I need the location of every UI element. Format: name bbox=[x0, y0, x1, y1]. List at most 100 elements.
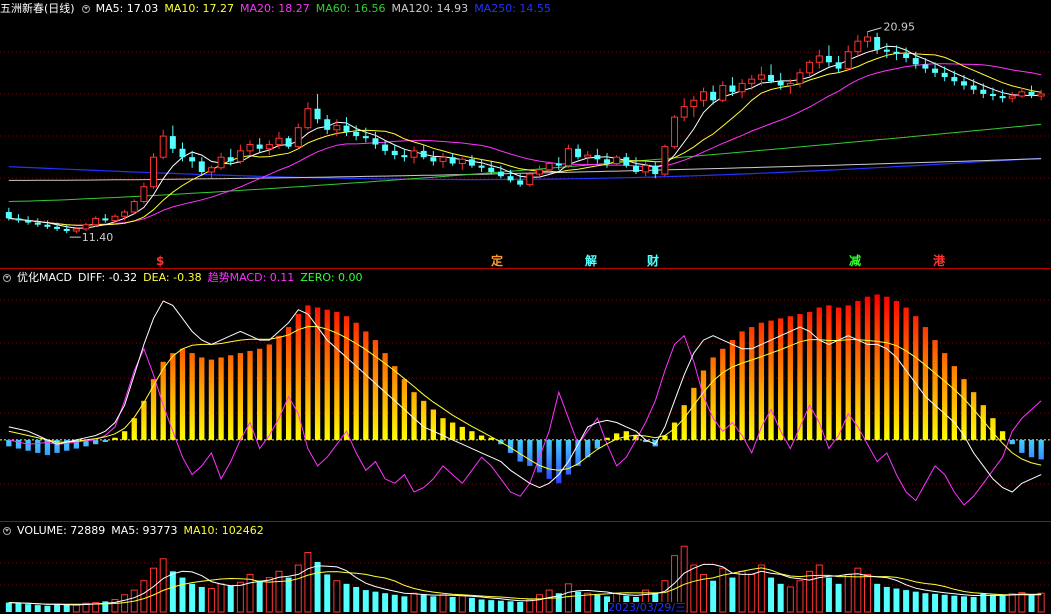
volume-bar-down bbox=[912, 591, 919, 612]
macd-bar-positive bbox=[700, 370, 707, 440]
macd-bar-negative bbox=[546, 439, 552, 479]
candle-body-down bbox=[54, 226, 61, 229]
candle-body-down bbox=[497, 171, 504, 177]
candle-body-up bbox=[699, 91, 707, 101]
candle-body-down bbox=[893, 51, 900, 54]
macd-bar-positive bbox=[826, 305, 832, 440]
candle-body-down bbox=[227, 157, 234, 162]
event-marker-unlock[interactable]: 解 bbox=[585, 254, 597, 268]
candle-body-down bbox=[980, 89, 987, 94]
volume-bar-down bbox=[420, 594, 427, 612]
volume-bar-down bbox=[54, 603, 61, 612]
candle-body-down bbox=[575, 148, 582, 158]
macd-bar-positive bbox=[449, 422, 456, 440]
volume-bar-up bbox=[1008, 593, 1016, 613]
macd-bar-positive bbox=[874, 294, 880, 440]
macd-bar-positive bbox=[623, 431, 629, 440]
candle-body-up bbox=[719, 84, 727, 101]
zero-readout: ZERO: 0.00 bbox=[300, 271, 363, 284]
volume-bar-down bbox=[468, 597, 475, 612]
volume-bar-down bbox=[324, 574, 331, 612]
panel-divider-macd-volume[interactable] bbox=[0, 521, 1051, 522]
event-marker-financial-report[interactable]: 财 bbox=[647, 254, 659, 268]
candle-body-down bbox=[632, 165, 639, 172]
candle-body-down bbox=[710, 91, 717, 101]
volume-bar-up bbox=[796, 580, 804, 613]
candle-body-up bbox=[564, 148, 572, 167]
macd-bar-positive bbox=[749, 327, 755, 440]
event-marker-placement[interactable]: 定 bbox=[491, 254, 503, 268]
macd-bar-positive bbox=[787, 316, 793, 440]
macd-bar-positive bbox=[951, 366, 957, 440]
volume-bar-up bbox=[236, 581, 244, 613]
candle-body-down bbox=[401, 155, 408, 158]
macd-bar-positive bbox=[855, 301, 861, 440]
candle-body-up bbox=[130, 200, 138, 213]
candle-body-up bbox=[150, 156, 158, 188]
macd-bar-positive bbox=[179, 348, 186, 440]
volume-bar-down bbox=[391, 594, 398, 612]
volume-bar-down bbox=[729, 577, 736, 612]
candle-body-down bbox=[970, 85, 977, 90]
candle-body-down bbox=[768, 74, 775, 82]
volume-ma10-readout: MA10: 102462 bbox=[183, 524, 264, 537]
macd-bar-positive bbox=[845, 305, 851, 440]
macd-bar-positive bbox=[208, 359, 215, 440]
macd-bar-positive bbox=[237, 353, 244, 440]
volume-bar-down bbox=[25, 604, 32, 612]
candle-body-down bbox=[44, 224, 51, 227]
candle-body-down bbox=[932, 68, 939, 73]
candle-body-up bbox=[690, 99, 698, 108]
candle-body-up bbox=[140, 186, 148, 202]
candle-body-down bbox=[25, 220, 32, 223]
macd-bar-positive bbox=[257, 348, 263, 440]
indicator-menu-icon[interactable] bbox=[3, 274, 11, 282]
macd-bar-positive bbox=[459, 426, 465, 440]
macd-bar-positive bbox=[758, 322, 765, 440]
indicator-menu-icon[interactable] bbox=[3, 527, 11, 535]
macd-bar-positive bbox=[864, 296, 871, 440]
candle-body-up bbox=[864, 36, 872, 42]
candle-body-up bbox=[159, 135, 167, 158]
candle-body-down bbox=[999, 96, 1006, 99]
volume-bar-up bbox=[806, 570, 814, 613]
event-marker-dividend[interactable]: $ bbox=[156, 254, 164, 268]
candle-body-up bbox=[92, 217, 100, 226]
macd-bar-positive bbox=[932, 340, 938, 440]
candle-body-down bbox=[468, 159, 475, 166]
volume-bar-down bbox=[941, 594, 948, 612]
candle-body-down bbox=[594, 155, 601, 160]
event-marker-hk-connect[interactable]: 港 bbox=[933, 254, 945, 268]
volume-bar-up bbox=[738, 570, 746, 613]
volume-bar-up bbox=[217, 583, 225, 613]
volume-bar-down bbox=[353, 586, 360, 612]
macd-bar-positive bbox=[189, 353, 195, 440]
macd-bar-negative bbox=[517, 439, 523, 462]
volume-bar-up bbox=[526, 598, 534, 613]
candle-body-down bbox=[256, 144, 263, 149]
volume-bar-up bbox=[265, 577, 273, 613]
macd-bar-positive bbox=[112, 437, 118, 440]
macd-indicator-name[interactable]: 优化MACD bbox=[17, 270, 72, 286]
volume-bar-down bbox=[507, 601, 514, 612]
candle-body-up bbox=[111, 215, 119, 221]
ma60-readout: MA60: 16.56 bbox=[315, 2, 386, 15]
volume-bar-up bbox=[564, 583, 572, 613]
volume-bar-down bbox=[478, 599, 485, 612]
volume-bar-up bbox=[439, 594, 447, 613]
volume-bar-up bbox=[150, 567, 158, 613]
volume-bar-down bbox=[710, 580, 717, 612]
trend-readout-label: 趋势 bbox=[207, 271, 230, 284]
candle-body-down bbox=[324, 119, 331, 130]
stock-name[interactable]: 五洲新春(日线) bbox=[0, 1, 75, 17]
event-marker-reduction[interactable]: 减 bbox=[849, 254, 861, 268]
candle-body-up bbox=[275, 137, 283, 146]
volume-bar-down bbox=[835, 583, 842, 612]
candle-body-down bbox=[15, 218, 22, 221]
candle-body-up bbox=[526, 173, 534, 186]
volume-bar-up bbox=[458, 595, 466, 613]
panel-divider-price-macd[interactable] bbox=[0, 268, 1051, 269]
indicator-menu-icon[interactable] bbox=[81, 5, 90, 13]
candle-body-down bbox=[353, 131, 360, 137]
volume-bar-up bbox=[690, 564, 698, 613]
